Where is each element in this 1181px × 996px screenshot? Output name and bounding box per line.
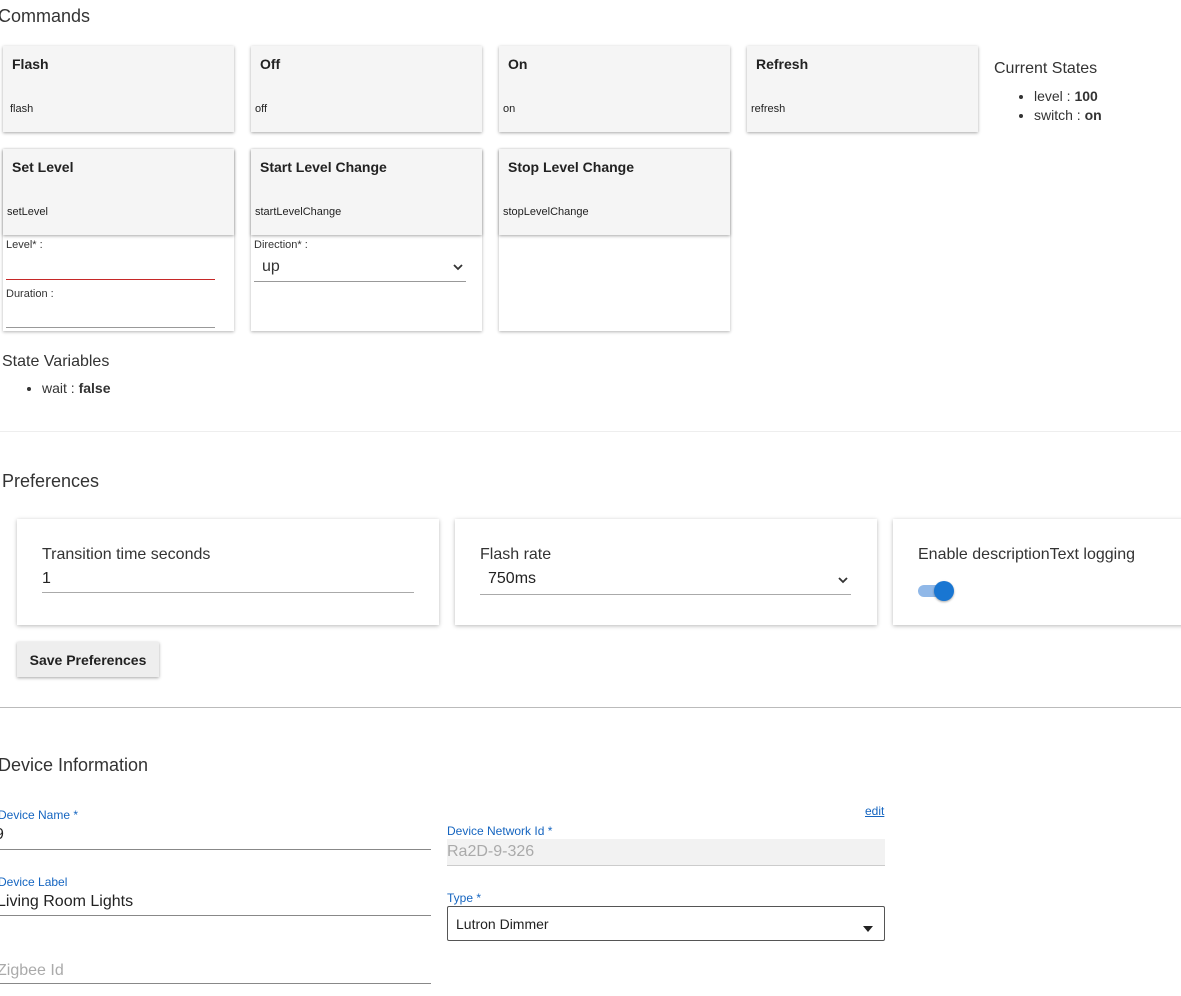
command-name: Flash bbox=[12, 56, 49, 72]
state-key: wait bbox=[42, 380, 67, 396]
device-label-label: Device Label bbox=[0, 875, 68, 889]
description-logging-toggle[interactable] bbox=[917, 579, 957, 603]
save-preferences-button[interactable]: Save Preferences bbox=[17, 642, 159, 677]
zigbee-id-input[interactable]: Zigbee Id bbox=[0, 962, 431, 980]
toggle-knob bbox=[934, 581, 954, 601]
direction-select-underline bbox=[254, 281, 466, 282]
zigbee-id-underline bbox=[0, 983, 431, 984]
state-value: 100 bbox=[1074, 88, 1098, 104]
type-label: Type * bbox=[447, 891, 482, 905]
description-logging-card: Enable descriptionText logging bbox=[893, 519, 1181, 625]
transition-time-label: Transition time seconds bbox=[42, 546, 211, 563]
current-states-list: level : 100 switch : on bbox=[994, 87, 1102, 125]
device-name-label: Device Name * bbox=[0, 808, 79, 822]
state-variables-title: State Variables bbox=[2, 353, 110, 370]
current-states-title: Current States bbox=[994, 60, 1098, 77]
duration-input[interactable] bbox=[6, 302, 215, 326]
network-id-underline bbox=[447, 865, 885, 866]
level-input-underline bbox=[6, 279, 215, 280]
state-key: switch bbox=[1034, 107, 1073, 123]
section-divider bbox=[0, 707, 1181, 708]
command-name: Off bbox=[260, 56, 281, 72]
command-method: refresh bbox=[751, 103, 786, 115]
commands-title: Commands bbox=[0, 6, 91, 26]
flash-rate-card: Flash rate 750ms bbox=[455, 519, 877, 625]
caret-down-icon bbox=[862, 920, 874, 938]
command-card-refresh[interactable]: Refresh refresh bbox=[747, 46, 978, 132]
state-item-level: level : 100 bbox=[1034, 87, 1102, 106]
state-sep: : bbox=[1072, 107, 1085, 123]
command-name: Set Level bbox=[12, 159, 74, 175]
command-method: on bbox=[503, 103, 516, 115]
flash-rate-select[interactable]: 750ms bbox=[480, 567, 851, 593]
direction-label: Direction* : bbox=[254, 239, 308, 251]
state-key: level bbox=[1034, 88, 1063, 104]
device-name-underline bbox=[0, 849, 431, 850]
transition-time-underline bbox=[42, 592, 414, 593]
flash-rate-underline bbox=[480, 594, 851, 595]
transition-time-card: Transition time seconds 1 bbox=[17, 519, 439, 625]
type-select-value: Lutron Dimmer bbox=[456, 916, 549, 932]
state-variable-item: wait : false bbox=[42, 379, 111, 398]
device-name-input[interactable]: 9 bbox=[0, 826, 429, 844]
chevron-down-icon bbox=[837, 573, 849, 591]
command-card-stop-level-change[interactable]: Stop Level Change stopLevelChange bbox=[499, 149, 730, 235]
flash-rate-value: 750ms bbox=[488, 570, 537, 587]
level-input[interactable] bbox=[6, 254, 215, 278]
command-method: flash bbox=[10, 103, 34, 115]
state-variables-list: wait : false bbox=[2, 379, 111, 398]
command-method: stopLevelChange bbox=[503, 206, 589, 218]
preferences-title: Preferences bbox=[2, 471, 100, 491]
command-name: On bbox=[508, 56, 528, 72]
command-card-set-level[interactable]: Set Level setLevel bbox=[3, 149, 234, 235]
description-logging-label: Enable descriptionText logging bbox=[918, 546, 1136, 563]
command-method: off bbox=[255, 103, 268, 115]
level-label: Level* : bbox=[6, 239, 43, 251]
command-name: Stop Level Change bbox=[508, 159, 635, 175]
network-id-value: Ra2D-9-326 bbox=[447, 843, 535, 860]
duration-input-underline bbox=[6, 327, 215, 328]
command-name: Refresh bbox=[756, 56, 809, 72]
command-name: Start Level Change bbox=[260, 159, 387, 175]
device-label-underline bbox=[0, 915, 431, 916]
current-states: Current States level : 100 switch : on bbox=[994, 60, 1102, 125]
state-value: on bbox=[1084, 107, 1102, 123]
state-value: false bbox=[78, 380, 111, 396]
flash-rate-label: Flash rate bbox=[480, 546, 552, 563]
duration-label: Duration : bbox=[6, 288, 54, 300]
device-label-input[interactable]: Living Room Lights bbox=[0, 893, 431, 911]
direction-select-value: up bbox=[262, 258, 280, 275]
device-information-title: Device Information bbox=[0, 755, 149, 775]
transition-time-input[interactable]: 1 bbox=[42, 570, 414, 588]
command-method: setLevel bbox=[7, 206, 48, 218]
command-card-flash[interactable]: Flash flash bbox=[3, 46, 234, 132]
type-select[interactable]: Lutron Dimmer bbox=[447, 906, 885, 941]
command-card-start-level-change[interactable]: Start Level Change startLevelChange bbox=[251, 149, 482, 235]
network-id-label: Device Network Id * bbox=[447, 824, 553, 838]
command-card-on[interactable]: On on bbox=[499, 46, 730, 132]
command-method: startLevelChange bbox=[255, 206, 342, 218]
state-sep: : bbox=[66, 380, 79, 396]
edit-link[interactable]: edit bbox=[865, 804, 884, 818]
direction-select[interactable]: up bbox=[254, 255, 466, 281]
state-item-switch: switch : on bbox=[1034, 106, 1102, 125]
command-card-off[interactable]: Off off bbox=[251, 46, 482, 132]
state-sep: : bbox=[1062, 88, 1075, 104]
state-variables: State Variables wait : false bbox=[2, 353, 111, 398]
network-id-field: Ra2D-9-326 bbox=[447, 839, 885, 865]
section-divider bbox=[0, 431, 1181, 432]
chevron-down-icon bbox=[452, 260, 464, 278]
